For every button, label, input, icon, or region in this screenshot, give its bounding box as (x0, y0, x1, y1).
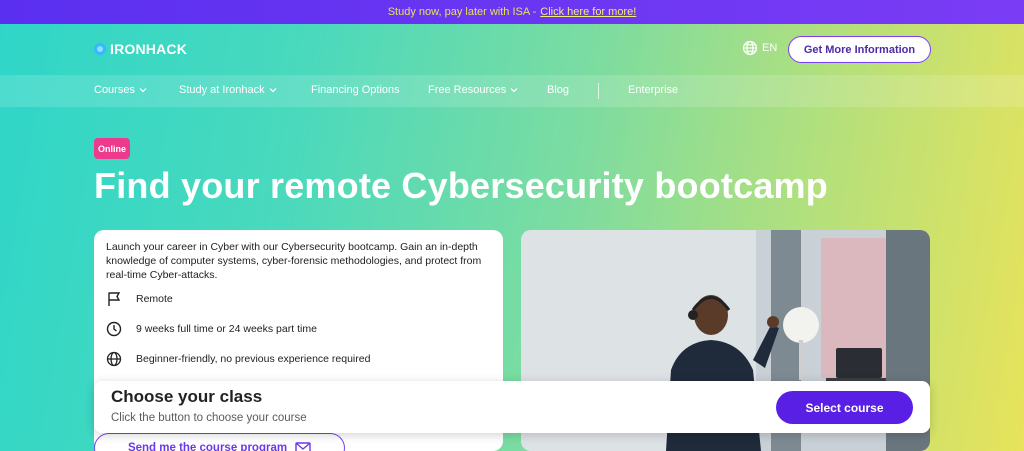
clock-icon (106, 321, 122, 337)
nav-item-label: Free Resources (428, 84, 507, 96)
chevron-down-icon (510, 88, 518, 93)
nav-item-blog[interactable]: Blog (547, 84, 569, 96)
mail-icon (295, 442, 311, 451)
select-course-button[interactable]: Select course (776, 391, 913, 424)
nav-item-courses[interactable]: Courses (94, 84, 147, 96)
flag-icon (108, 292, 121, 306)
send-course-program-label: Send me the course program (127, 442, 288, 451)
page-title: Find your remote Cybersecurity bootcamp (94, 165, 828, 206)
feature-item: 9 weeks full time or 24 weeks part time (106, 314, 491, 344)
online-badge: Online (94, 138, 131, 159)
choose-class-subtitle: Click the button to choose your course (111, 412, 307, 424)
choose-class-bar: Choose your class Click the button to ch… (94, 381, 930, 433)
promo-text: Study now, pay later with ISA - (387, 6, 537, 18)
language-label: EN (762, 42, 778, 54)
feature-text: 9 weeks full time or 24 weeks part time (136, 323, 317, 335)
feature-text: Remote (136, 293, 173, 305)
nav-item-label: Financing Options (311, 84, 400, 96)
language-selector[interactable]: EN (742, 40, 777, 56)
nav-item-study-at-ironhack[interactable]: Study at Ironhack (179, 84, 277, 96)
promo-bar: Study now, pay later with ISA - Click he… (0, 0, 1024, 24)
nav-item-financing-options[interactable]: Financing Options (311, 84, 400, 96)
nav-item-enterprise[interactable]: Enterprise (628, 84, 678, 96)
logo-text: IRONHACK (110, 41, 188, 57)
main-nav: Courses Study at Ironhack Financing Opti… (0, 75, 1024, 107)
nav-item-label: Blog (547, 84, 570, 96)
nav-item-label: Courses (94, 84, 135, 96)
hero-section: IRONHACK EN Get More Information Courses… (0, 24, 1024, 451)
nav-item-label: Study at Ironhack (179, 84, 265, 96)
feature-item: Remote (106, 284, 491, 314)
choose-class-title: Choose your class (111, 387, 263, 406)
nav-item-label: Enterprise (628, 84, 679, 96)
top-header: IRONHACK EN Get More Information (0, 24, 1024, 75)
logo-mark-icon (94, 43, 106, 55)
nav-divider (598, 83, 599, 99)
feature-item: Beginner-friendly, no previous experienc… (106, 344, 491, 374)
promo-link[interactable]: Click here for more! (540, 6, 636, 18)
chevron-down-icon (269, 88, 277, 93)
ironhack-logo[interactable]: IRONHACK (94, 41, 187, 57)
globe-icon (106, 351, 122, 367)
get-more-information-button[interactable]: Get More Information (788, 36, 931, 63)
chevron-down-icon (139, 88, 147, 93)
course-description: Launch your career in Cyber with our Cyb… (106, 241, 482, 281)
feature-text: Beginner-friendly, no previous experienc… (136, 353, 371, 365)
nav-item-free-resources[interactable]: Free Resources (428, 84, 518, 96)
send-course-program-button[interactable]: Send me the course program (94, 433, 345, 451)
globe-icon (742, 40, 758, 56)
